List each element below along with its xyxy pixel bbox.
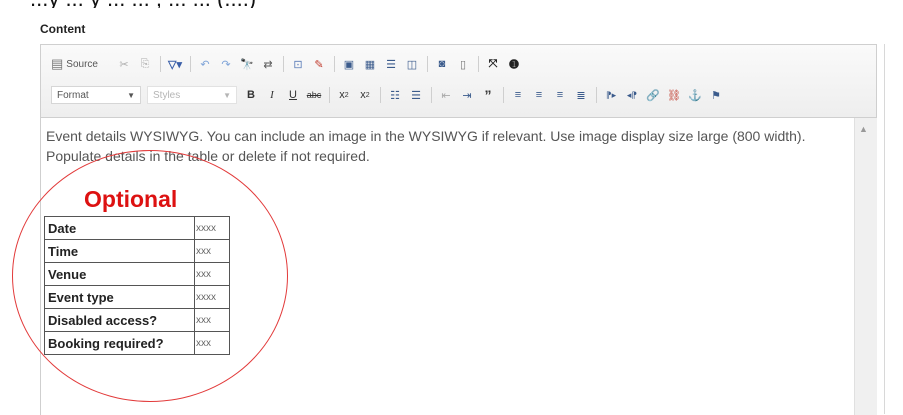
copy-icon[interactable]: ⎘ [137, 55, 153, 73]
toolbar-row-2: Format ▼ Styles ▼ B I U abc x2 x2 ☷ ☰ ⇤ … [51, 85, 729, 105]
embed-icon[interactable]: ◫ [404, 55, 420, 73]
table-row-label: Booking required? [44, 331, 195, 355]
table-row-label: Date [44, 216, 195, 240]
iframe-icon[interactable]: ◙ [434, 55, 450, 73]
toolbar-row-1: ▤ Source ✂ ⎘ ▽▾ ↶ ↷ 🔭 ⇄ ⊡ ✎ ▣ ▦ ☰ ◫ ◙ ▯ … [51, 54, 527, 74]
align-right-icon[interactable]: ≡ [552, 86, 568, 104]
justify-icon[interactable]: ≣ [573, 86, 589, 104]
maximize-icon[interactable]: ⤧ [485, 55, 501, 73]
text-direction-ltr-icon[interactable]: ⁋▸ [603, 86, 619, 104]
numbered-list-icon[interactable]: ☷ [387, 86, 403, 104]
align-left-icon[interactable]: ≡ [510, 86, 526, 104]
strikethrough-icon[interactable]: abc [306, 86, 322, 104]
table-row-value: xxxx [194, 285, 230, 309]
cropped-header-text: ...y ... y ... ... , ... ... (....) [30, 0, 256, 8]
table-row: Event type xxxx [44, 285, 230, 309]
cut-icon[interactable]: ✂ [116, 55, 132, 73]
cropped-header: ...y ... y ... ... , ... ... (....) [0, 0, 903, 8]
table-row-value: xxxx [194, 216, 230, 240]
page-icon[interactable]: ▯ [455, 55, 471, 73]
table-row-value: xxx [194, 239, 230, 263]
table-row: Venue xxx [44, 262, 230, 286]
toolbar-separator [380, 87, 381, 103]
source-icon: ▤ [51, 56, 64, 71]
table-row-label: Venue [44, 262, 195, 286]
table-row: Time xxx [44, 239, 230, 263]
anchor-icon[interactable]: ⚓ [687, 86, 703, 104]
link-icon[interactable]: 🔗 [645, 86, 661, 104]
table-row: Disabled access? xxx [44, 308, 230, 332]
table-row-value: xxx [194, 262, 230, 286]
source-label: Source [66, 58, 98, 70]
styles-dropdown[interactable]: Styles ▼ [147, 86, 237, 104]
table-row-label: Time [44, 239, 195, 263]
blockquote-icon[interactable]: ” [480, 86, 496, 104]
chevron-down-icon: ▼ [223, 90, 231, 100]
toolbar-separator [329, 87, 330, 103]
table-row-value: xxx [194, 308, 230, 332]
about-icon[interactable]: ➊ [506, 55, 522, 73]
unlink-icon[interactable]: ⛓ [666, 86, 682, 104]
subscript-icon[interactable]: x2 [336, 86, 352, 104]
table-row-label: Disabled access? [44, 308, 195, 332]
text-direction-rtl-icon[interactable]: ◂⁋ [624, 86, 640, 104]
toolbar-separator [427, 56, 428, 72]
table-row-label: Event type [44, 285, 195, 309]
chevron-down-icon: ▼ [127, 90, 135, 100]
format-dropdown-label: Format [57, 89, 89, 101]
undo-icon[interactable]: ↶ [197, 55, 213, 73]
optional-annotation-label: Optional [84, 186, 178, 212]
styles-dropdown-label: Styles [153, 89, 181, 101]
horizontal-line-icon[interactable]: ☰ [383, 55, 399, 73]
bulleted-list-icon[interactable]: ☰ [408, 86, 424, 104]
replace-icon[interactable]: ⇄ [260, 55, 276, 73]
editor-toolbar: ▤ Source ✂ ⎘ ▽▾ ↶ ↷ 🔭 ⇄ ⊡ ✎ ▣ ▦ ☰ ◫ ◙ ▯ … [41, 45, 876, 118]
toolbar-separator [431, 87, 432, 103]
editor-scrollbar[interactable]: ▲ [854, 118, 877, 415]
outdent-icon[interactable]: ⇤ [438, 86, 454, 104]
table-row: Date xxxx [44, 216, 230, 240]
toolbar-separator [334, 56, 335, 72]
spellcheck-icon[interactable]: ✎ [311, 55, 327, 73]
find-icon[interactable]: 🔭 [239, 55, 255, 73]
content-field-label: Content [40, 22, 86, 36]
scroll-up-arrow-icon[interactable]: ▲ [859, 124, 868, 134]
toolbar-separator [160, 56, 161, 72]
table-icon[interactable]: ▦ [362, 55, 378, 73]
toolbar-separator [478, 56, 479, 72]
bold-icon[interactable]: B [243, 86, 259, 104]
paste-options-icon[interactable]: ▽▾ [167, 55, 183, 73]
table-row: Booking required? xxx [44, 331, 230, 355]
image-icon[interactable]: ▣ [341, 55, 357, 73]
toolbar-separator [503, 87, 504, 103]
select-all-icon[interactable]: ⊡ [290, 55, 306, 73]
redo-icon[interactable]: ↷ [218, 55, 234, 73]
flag-icon[interactable]: ⚑ [708, 86, 724, 104]
source-button[interactable]: ▤ Source [51, 55, 111, 73]
superscript-icon[interactable]: x2 [357, 86, 373, 104]
indent-icon[interactable]: ⇥ [459, 86, 475, 104]
toolbar-separator [190, 56, 191, 72]
table-row-value: xxx [194, 331, 230, 355]
format-dropdown[interactable]: Format ▼ [51, 86, 141, 104]
page-divider [884, 44, 885, 414]
underline-icon[interactable]: U [285, 86, 301, 104]
toolbar-separator [596, 87, 597, 103]
event-details-text: Event details WYSIWYG. You can include a… [46, 128, 806, 164]
italic-icon[interactable]: I [264, 86, 280, 104]
align-center-icon[interactable]: ≡ [531, 86, 547, 104]
toolbar-separator [283, 56, 284, 72]
event-details-table: Date xxxx Time xxx Venue xxx Event type … [44, 216, 230, 355]
